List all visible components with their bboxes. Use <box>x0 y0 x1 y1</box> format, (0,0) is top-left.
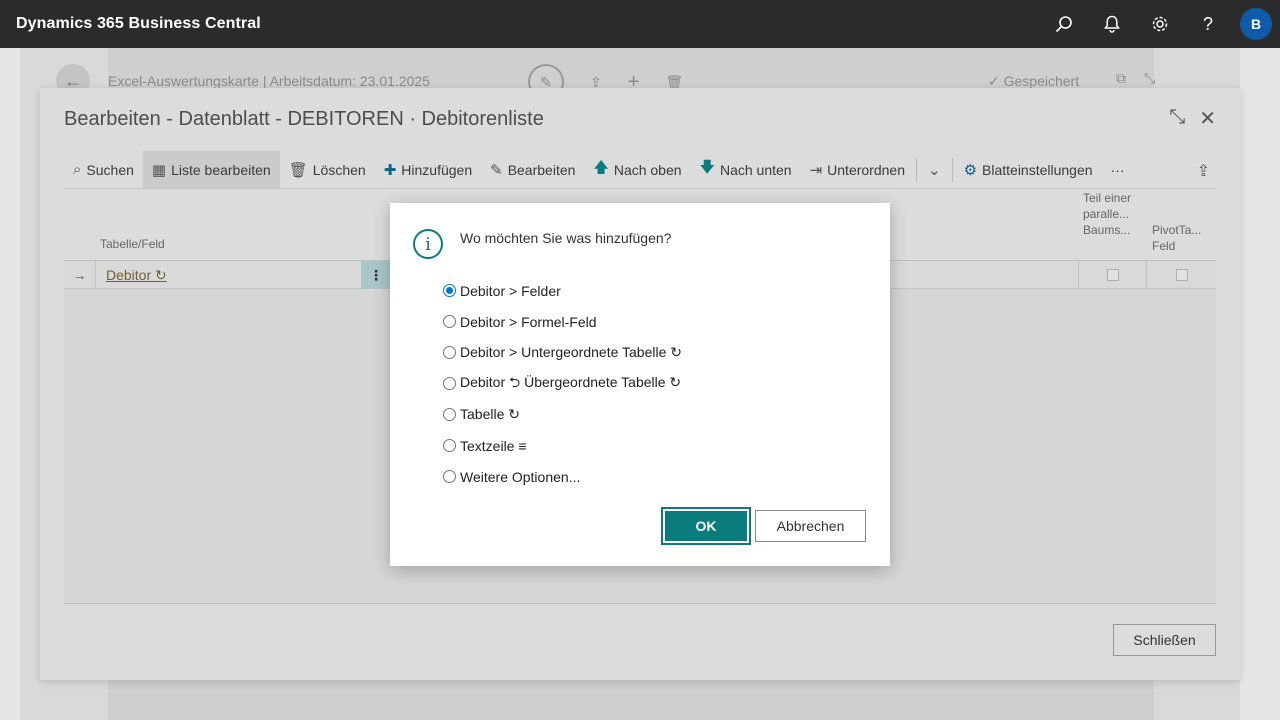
collapse-icon[interactable]: ⤡ <box>1144 70 1155 87</box>
search-icon: ⌕ <box>73 161 82 178</box>
column-header-pivot-field[interactable]: PivotTa... Feld <box>1152 222 1212 254</box>
option-label: Debitor ⮌ Übergeordnete Tabelle ↻ <box>460 373 682 390</box>
dialog-question: Wo möchten Sie was hinzufügen? <box>460 230 672 246</box>
option-weitere-optionen[interactable]: Weitere Optionen... <box>443 461 682 492</box>
sheet-settings-label: Blatteinstellungen <box>982 161 1093 178</box>
ok-button[interactable]: OK <box>661 507 751 545</box>
option-label: Textzeile ≡ <box>460 437 527 454</box>
move-down-label: Nach unten <box>719 161 792 178</box>
option-debitor-uebergeordnete-tabelle[interactable]: Debitor ⮌ Übergeordnete Tabelle ↻ <box>443 368 682 399</box>
column-header-table-field[interactable]: Tabelle/Feld <box>100 237 165 251</box>
arrow-up-icon: 🡅 <box>593 159 609 176</box>
radio-button[interactable] <box>443 315 456 328</box>
radio-button[interactable] <box>443 284 456 297</box>
radio-button[interactable] <box>443 470 456 483</box>
share-icon[interactable]: ⇪ <box>1197 161 1210 181</box>
more-dropdown-button[interactable]: ⌄ <box>919 151 950 189</box>
chevron-down-icon: ⌄ <box>927 161 941 179</box>
row-pivot-cell <box>1146 261 1216 289</box>
breadcrumb: Excel-Auswertungskarte | Arbeitsdatum: 2… <box>108 73 430 89</box>
bell-icon[interactable] <box>1088 0 1136 48</box>
settings-sheet-icon: ⚙ <box>963 161 978 179</box>
column-header-parallel-tree[interactable]: Teil einer paralle... Baums... <box>1083 190 1139 238</box>
add-label: Hinzufügen <box>401 161 473 178</box>
option-debitor-felder[interactable]: Debitor > Felder <box>443 275 682 306</box>
search-label: Suchen <box>86 161 134 178</box>
option-debitor-untergeordnete-tabelle[interactable]: Debitor > Untergeordnete Tabelle ↻ <box>443 337 682 368</box>
plus-icon: ✚ <box>383 161 397 179</box>
radio-button[interactable] <box>443 408 456 421</box>
avatar[interactable]: B <box>1240 8 1272 40</box>
edit-button[interactable]: ✎ Bearbeiten <box>481 151 584 189</box>
option-label: Tabelle ↻ <box>460 406 520 422</box>
option-label: Debitor > Untergeordnete Tabelle ↻ <box>460 344 682 360</box>
row-actions-menu-icon[interactable]: ⋮ <box>361 261 391 289</box>
radio-button[interactable] <box>443 377 456 390</box>
pivot-field-checkbox[interactable] <box>1175 269 1188 281</box>
edit-list-button[interactable]: ▦ Liste bearbeiten <box>142 150 280 189</box>
row-table-field-link[interactable]: Debitor ↻ <box>106 267 167 284</box>
parallel-tree-checkbox[interactable] <box>1106 269 1119 281</box>
gear-icon[interactable] <box>1136 0 1184 48</box>
option-group: Debitor > Felder Debitor > Formel-Feld D… <box>443 275 682 492</box>
pencil-icon: ✎ <box>490 161 503 179</box>
search-button[interactable]: ⌕ Suchen <box>64 151 143 189</box>
app-bar: Dynamics 365 Business Central ? B <box>0 0 1280 48</box>
more-actions-button[interactable]: ··· <box>1102 151 1134 189</box>
toolbar-separator <box>915 157 917 182</box>
help-icon[interactable]: ? <box>1184 0 1232 48</box>
app-title: Dynamics 365 Business Central <box>16 15 261 32</box>
dialog-title: Bearbeiten - Datenblatt - DEBITOREN · De… <box>64 108 544 130</box>
toolbar: ⌕ Suchen ▦ Liste bearbeiten 🗑 Löschen ✚ … <box>64 150 1216 189</box>
cancel-button[interactable]: Abbrechen <box>755 510 866 542</box>
sheet-settings-button[interactable]: ⚙ Blatteinstellungen <box>955 151 1102 189</box>
delete-button[interactable]: 🗑 Löschen <box>280 151 375 189</box>
option-label: Weitere Optionen... <box>460 468 581 485</box>
toolbar-separator <box>951 157 953 182</box>
delete-label: Löschen <box>312 161 366 178</box>
add-button[interactable]: ✚ Hinzufügen <box>375 151 481 189</box>
trash-icon: 🗑 <box>288 161 308 179</box>
option-debitor-formel-feld[interactable]: Debitor > Formel-Feld <box>443 306 682 337</box>
move-up-button[interactable]: 🡅 Nach oben <box>584 151 690 189</box>
indent-icon: ⇥ <box>809 161 823 179</box>
edit-list-icon: ▦ <box>151 161 167 179</box>
add-what-dialog: i Wo möchten Sie was hinzufügen? Debitor… <box>390 203 890 566</box>
option-tabelle[interactable]: Tabelle ↻ <box>443 399 682 430</box>
row-parallel-tree-cell <box>1078 261 1146 289</box>
arrow-down-icon: 🡇 <box>699 159 715 176</box>
indent-label: Unterordnen <box>827 161 905 178</box>
close-button[interactable]: Schließen <box>1113 624 1216 656</box>
move-up-label: Nach oben <box>613 161 682 178</box>
indent-button[interactable]: ⇥ Unterordnen <box>801 151 914 189</box>
collapse-icon[interactable]: ⤡ <box>1169 106 1185 131</box>
move-down-button[interactable]: 🡇 Nach unten <box>691 151 801 189</box>
option-label: Debitor > Felder <box>460 282 561 299</box>
close-icon[interactable]: ✕ <box>1199 106 1216 131</box>
row-selector-arrow-icon[interactable]: → <box>64 261 96 289</box>
open-new-window-icon[interactable]: ⧉ <box>1116 70 1126 87</box>
option-textzeile[interactable]: Textzeile ≡ <box>443 430 682 461</box>
ellipsis-icon: ··· <box>1110 161 1125 178</box>
search-icon[interactable] <box>1040 0 1088 48</box>
edit-list-label: Liste bearbeiten <box>171 161 271 178</box>
appbar-actions: ? B <box>1040 0 1280 48</box>
info-icon: i <box>413 229 443 259</box>
edit-label: Bearbeiten <box>507 161 576 178</box>
radio-button[interactable] <box>443 346 456 359</box>
radio-button[interactable] <box>443 439 456 452</box>
option-label: Debitor > Formel-Feld <box>460 313 597 330</box>
